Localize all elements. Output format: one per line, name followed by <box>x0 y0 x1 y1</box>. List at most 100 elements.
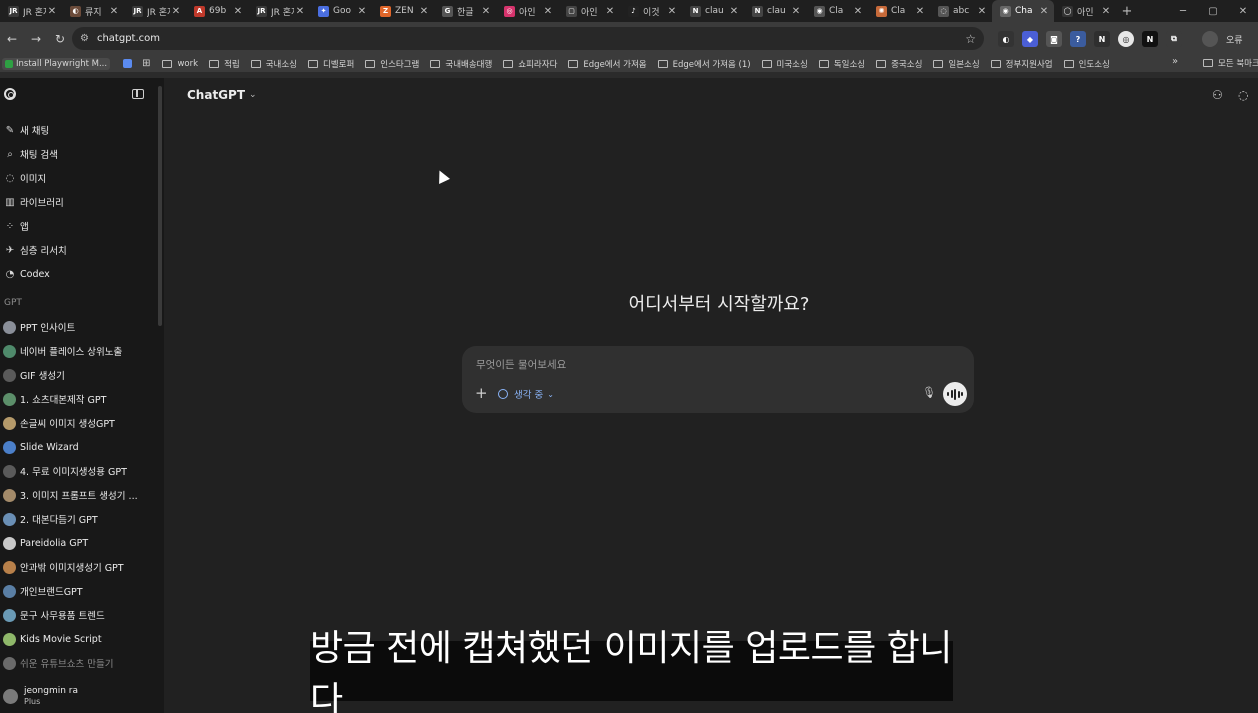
tab-close-icon[interactable]: ✕ <box>976 6 988 17</box>
gpt-item[interactable]: Slide Wizard <box>0 436 158 458</box>
attach-plus-icon[interactable]: + <box>475 384 488 402</box>
extension-icon[interactable]: ◐ <box>998 31 1014 47</box>
bookmark-folder[interactable]: 쇼피라자다 <box>503 58 557 70</box>
gpt-item[interactable]: 네이버 플레이스 상위노출 <box>0 340 158 362</box>
bookmark-folder[interactable]: Edge에서 가져옴 <box>568 58 647 70</box>
sidebar-item[interactable]: ◔ Codex <box>0 263 158 285</box>
browser-tab[interactable]: Z ZEN ✕ <box>372 0 434 22</box>
browser-tab[interactable]: ♪ 이것 ✕ <box>620 0 682 22</box>
gpt-item[interactable]: 손글씨 이미지 생성GPT <box>0 412 158 434</box>
tab-close-icon[interactable]: ✕ <box>480 6 492 17</box>
add-person-icon[interactable]: ⚇ <box>1212 88 1223 102</box>
gpt-item[interactable]: Pareidolia GPT <box>0 532 158 554</box>
browser-tab[interactable]: JR JR 혼자✕ <box>0 0 62 22</box>
bookmark-folder[interactable]: Edge에서 가져옴 (1) <box>657 58 751 70</box>
sidebar-toggle-icon[interactable] <box>132 89 144 99</box>
tab-close-icon[interactable]: ✕ <box>108 6 120 17</box>
thinking-mode-button[interactable]: 생각 중 ⌄ <box>498 387 554 401</box>
browser-tab[interactable]: Nclau ✕ <box>682 0 744 22</box>
bookmark-folder[interactable]: 인스타그램 <box>365 58 419 70</box>
sidebar-item[interactable]: ✈ 심층 리서치 <box>0 239 158 261</box>
tab-close-icon[interactable]: ✕ <box>294 6 306 17</box>
profile-label[interactable]: 오류 <box>1226 31 1243 47</box>
tab-close-icon[interactable]: ✕ <box>852 6 864 17</box>
gpt-item[interactable]: GIF 생성기 <box>0 364 158 386</box>
tab-close-icon[interactable]: ✕ <box>46 6 58 17</box>
voice-mode-button[interactable] <box>943 382 967 406</box>
openai-logo-icon[interactable] <box>4 88 16 100</box>
gpt-item[interactable]: PPT 인사이트 <box>0 316 158 338</box>
bookmark-folder[interactable]: 일본소싱 <box>933 58 980 70</box>
gpt-item[interactable]: Kids Movie Script <box>0 628 158 650</box>
tab-close-icon[interactable]: ✕ <box>170 6 182 17</box>
apps-grid-icon[interactable]: ⊞ <box>142 58 150 69</box>
browser-tab[interactable]: Nclau ✕ <box>744 0 806 22</box>
sidebar-item[interactable]: ✎ 새 채팅 <box>0 119 158 141</box>
bookmark-folder[interactable]: 인도소싱 <box>1063 58 1110 70</box>
extension-icon[interactable]: ◎ <box>1118 31 1134 47</box>
extension-icon[interactable]: ◙ <box>1046 31 1062 47</box>
bookmark-folder[interactable]: 국내소싱 <box>250 58 297 70</box>
browser-tab[interactable]: ◉ Cla ✕ <box>806 0 868 22</box>
tab-close-icon[interactable]: ✕ <box>604 6 616 17</box>
model-selector[interactable]: ChatGPT ⌄ <box>187 88 257 102</box>
browser-tab[interactable]: ▢ 아인 ✕ <box>558 0 620 22</box>
tab-close-icon[interactable]: ✕ <box>914 6 926 17</box>
tab-close-icon[interactable]: ✕ <box>1100 6 1112 17</box>
browser-tab[interactable]: ◎ 아인 ✕ <box>496 0 558 22</box>
bookmark-playwright[interactable]: Install Playwright M... <box>2 57 111 70</box>
browser-tab[interactable]: A 69b ✕ <box>186 0 248 22</box>
bookmark-folder[interactable]: 중국소싱 <box>876 58 922 70</box>
bookmark-folder[interactable]: 적립 <box>209 58 240 70</box>
bookmark-folder[interactable]: 디벨로퍼 <box>307 58 354 70</box>
browser-tab[interactable]: ✦ Goo ✕ <box>310 0 372 22</box>
prompt-input[interactable]: 무엇이든 물어보세요 <box>476 357 566 372</box>
browser-tab[interactable]: ◐ 류지 ✕ <box>62 0 124 22</box>
browser-tab[interactable]: ◉ Cha ✕ <box>992 0 1054 22</box>
extension-icon[interactable]: N <box>1094 31 1110 47</box>
gpt-item[interactable]: 쉬운 유튜브쇼츠 만들기 <box>0 652 158 674</box>
extension-icon[interactable]: N <box>1142 31 1158 47</box>
bookmark-folder[interactable]: 독일소싱 <box>818 58 865 70</box>
tab-close-icon[interactable]: ✕ <box>418 6 430 17</box>
site-info-icon[interactable]: ⚙ <box>80 33 89 44</box>
bookmark-folder[interactable]: work <box>162 59 198 69</box>
extension-icon[interactable]: ⧉ <box>1166 31 1182 47</box>
bookmark-folder[interactable]: 정부지원사업 <box>990 58 1053 70</box>
sidebar-item[interactable]: ⁘ 앱 <box>0 215 158 237</box>
omnibox[interactable]: ⚙ chatgpt.com ☆ <box>72 27 984 50</box>
tab-close-icon[interactable]: ✕ <box>542 6 554 17</box>
maximize-button[interactable]: ▢ <box>1198 6 1228 17</box>
tab-close-icon[interactable]: ✕ <box>790 6 802 17</box>
gpt-item[interactable]: 개인브랜드GPT <box>0 580 158 602</box>
tab-close-icon[interactable]: ✕ <box>666 6 678 17</box>
browser-tab[interactable]: JR JR 혼지✕ <box>248 0 310 22</box>
browser-tab[interactable]: ◯ 아인 ✕ <box>1054 0 1116 22</box>
gpt-item[interactable]: 안과밖 이미지생성기 GPT <box>0 556 158 578</box>
minimize-button[interactable]: ─ <box>1168 6 1198 17</box>
browser-tab[interactable]: ◌ abc ✕ <box>930 0 992 22</box>
gpt-item[interactable]: 2. 대본다듬기 GPT <box>0 508 158 530</box>
back-icon[interactable]: ← <box>0 32 24 46</box>
close-window-button[interactable]: ✕ <box>1228 6 1258 17</box>
reload-icon[interactable]: ↻ <box>48 32 72 46</box>
sidebar-item[interactable]: ▥ 라이브러리 <box>0 191 158 213</box>
sidebar-item[interactable]: ◌ 이미지 <box>0 167 158 189</box>
tab-close-icon[interactable]: ✕ <box>728 6 740 17</box>
tab-close-icon[interactable]: ✕ <box>1038 6 1050 17</box>
user-profile[interactable]: jeongmin ra Plus <box>0 681 158 711</box>
microphone-icon[interactable]: 🎙 <box>922 386 936 399</box>
sidebar-item[interactable]: ⌕ 채팅 검색 <box>0 143 158 165</box>
bookmark-star-icon[interactable]: ☆ <box>965 32 976 46</box>
browser-tab[interactable]: G 한글 ✕ <box>434 0 496 22</box>
extension-icon[interactable]: ◆ <box>1022 31 1038 47</box>
sidebar-scrollbar[interactable] <box>158 86 162 326</box>
new-tab-button[interactable]: + <box>1116 4 1138 19</box>
profile-avatar[interactable] <box>1202 31 1218 47</box>
gpt-item[interactable]: 1. 쇼츠대본제작 GPT <box>0 388 158 410</box>
forward-icon[interactable]: → <box>24 32 48 46</box>
bookmark-folder[interactable]: 미국소싱 <box>761 58 808 70</box>
url-text[interactable]: chatgpt.com <box>97 33 965 44</box>
gpt-item[interactable]: 3. 이미지 프롬프트 생성기 ... <box>0 484 158 506</box>
tab-close-icon[interactable]: ✕ <box>232 6 244 17</box>
